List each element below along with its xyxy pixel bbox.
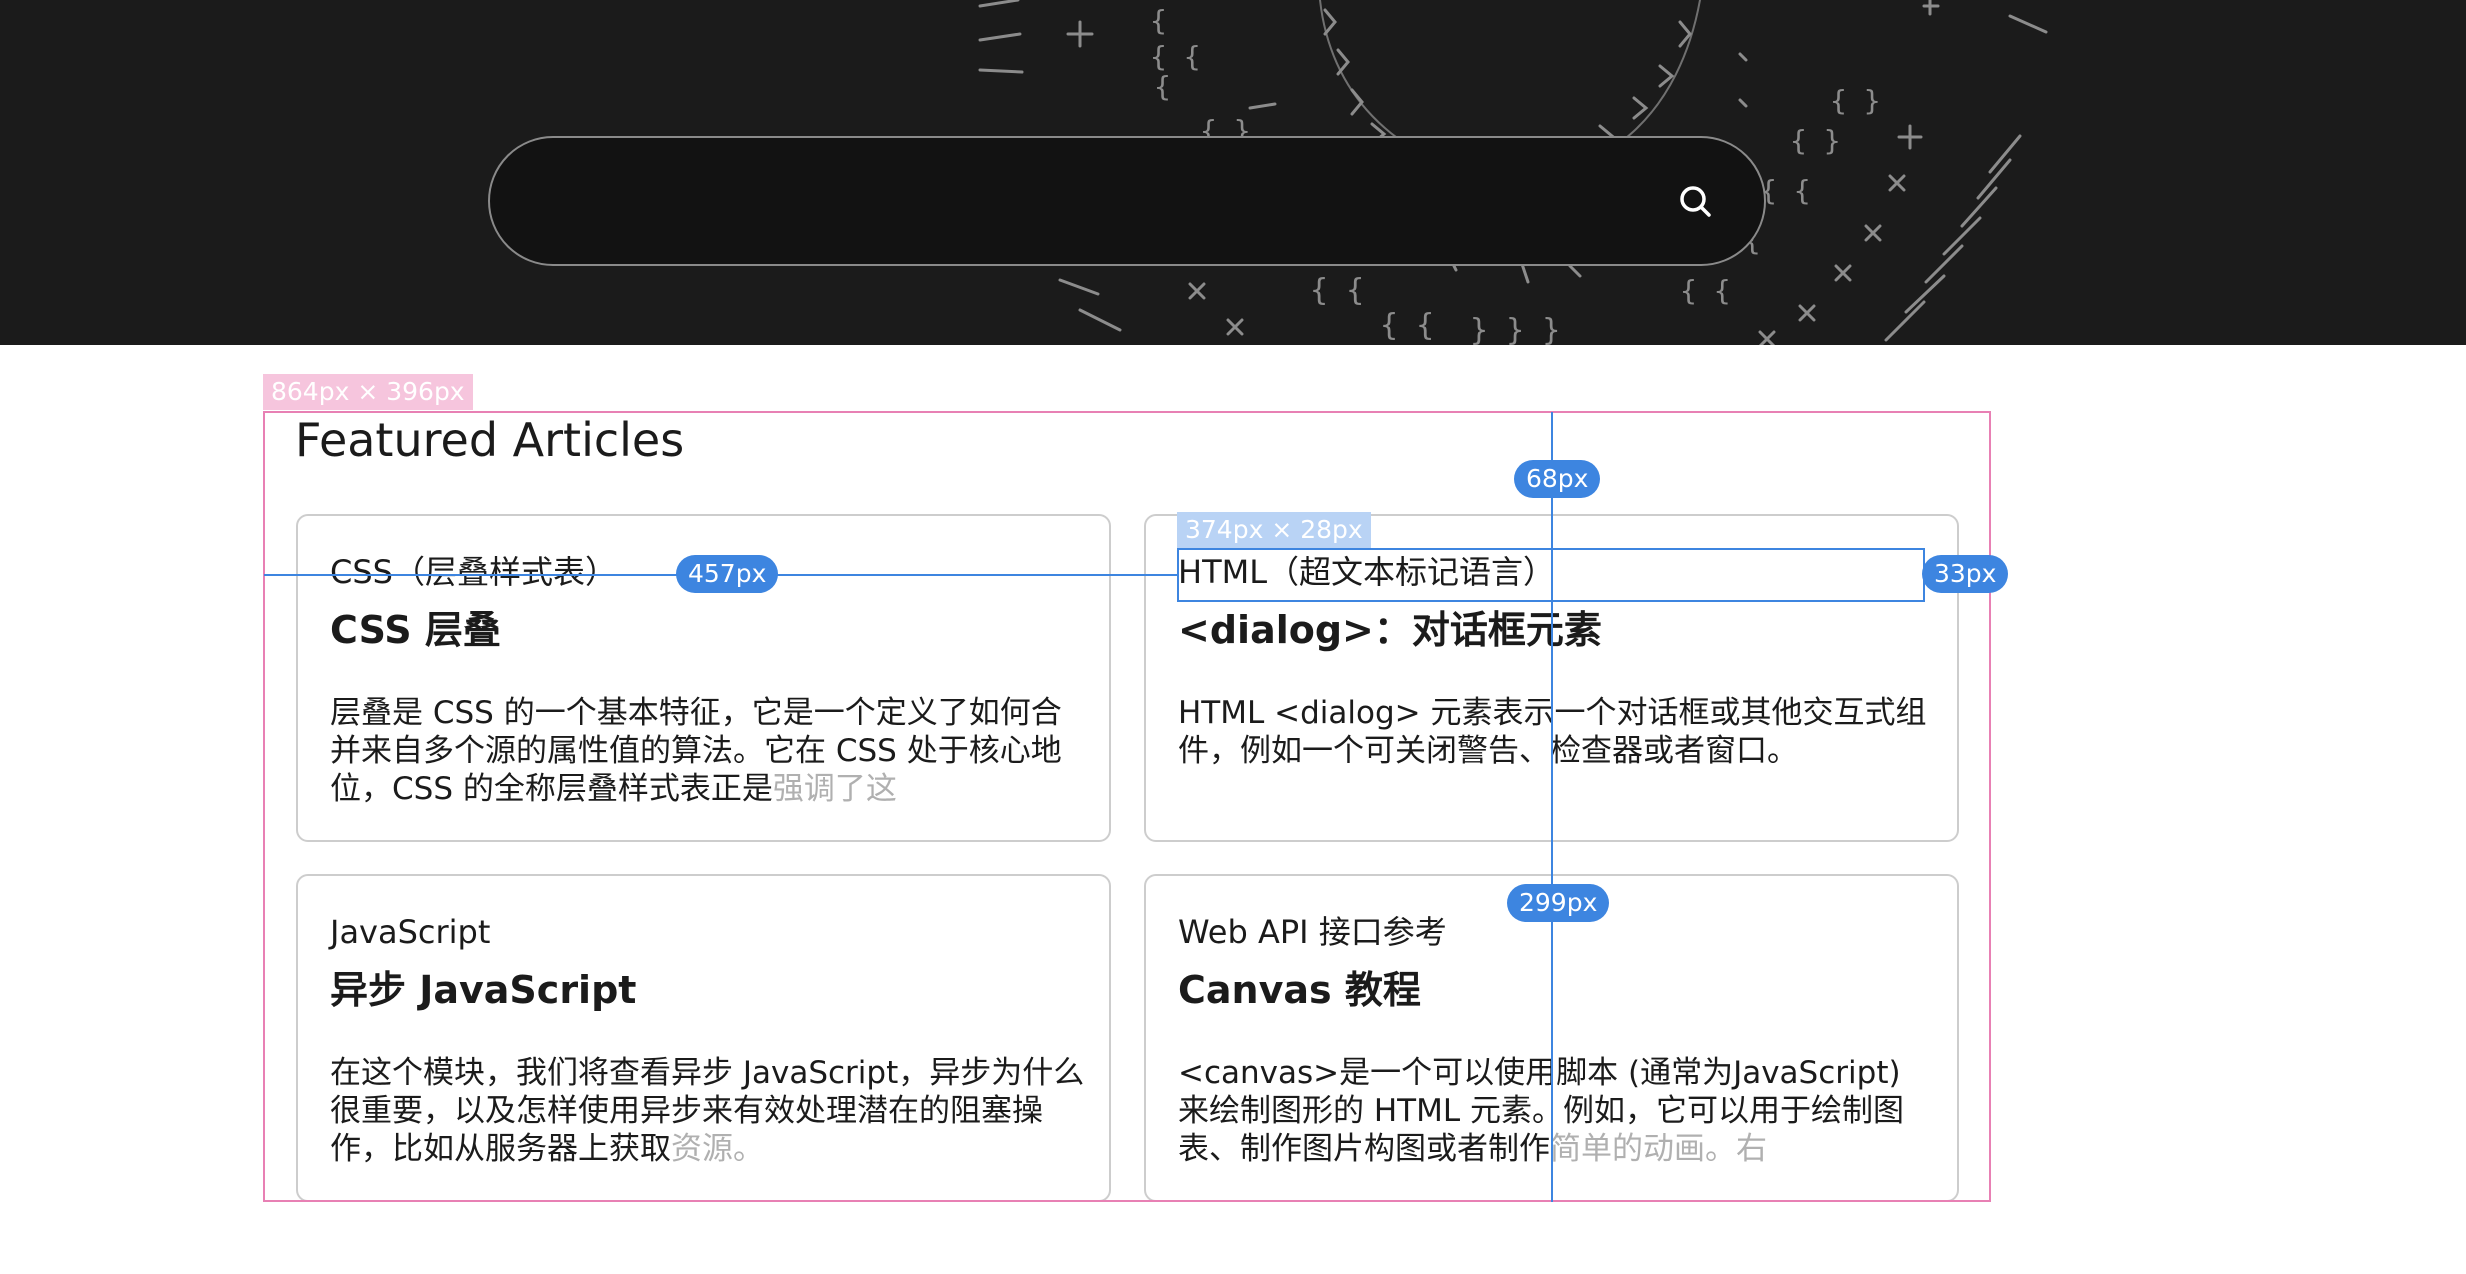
svg-text:{: { (1150, 4, 1167, 37)
article-description: <canvas>是一个可以使用脚本 (通常为JavaScript) 来绘制图形的… (1178, 1055, 1904, 1167)
article-title[interactable]: 异步 JavaScript (330, 966, 636, 1014)
svg-text:} } }: } } } (1470, 313, 1560, 345)
svg-text:{ {: { { (1150, 40, 1201, 73)
article-category[interactable]: Web API 接口参考 (1178, 912, 1447, 952)
article-description: HTML <dialog> 元素表示一个对话框或其他交互式组件，例如一个可关闭警… (1178, 695, 1927, 769)
section-size-tag: 864px × 396px (263, 374, 473, 410)
svg-text:{ }: { } (1790, 124, 1841, 157)
article-description: 层叠是 CSS 的一个基本特征，它是一个定义了如何合并来自多个源的属性值的算法。… (330, 695, 1062, 807)
article-category[interactable]: CSS（层叠样式表） (330, 552, 617, 592)
svg-text:{ {: { { (1310, 273, 1364, 308)
article-category[interactable]: JavaScript (330, 912, 490, 952)
article-card-css-cascade[interactable]: CSS（层叠样式表） CSS 层叠 层叠是 CSS 的一个基本特征，它是一个定义… (296, 514, 1111, 842)
svg-text:{ }: { } (1830, 84, 1881, 117)
search-icon (1680, 186, 1711, 217)
featured-articles-heading: Featured Articles (295, 413, 685, 467)
svg-text:{ {: { { (1380, 308, 1434, 343)
search-button[interactable] (1660, 172, 1732, 232)
featured-articles-section: Featured Articles CSS（层叠样式表） CSS 层叠 层叠是 … (264, 412, 1992, 1202)
article-title[interactable]: <dialog>：对话框元素 (1178, 606, 1602, 654)
article-card-canvas-tutorial[interactable]: Web API 接口参考 Canvas 教程 <canvas>是一个可以使用脚本… (1144, 874, 1959, 1202)
article-card-html-dialog[interactable]: HTML（超文本标记语言） <dialog>：对话框元素 HTML <dialo… (1144, 514, 1959, 842)
svg-text:{: { (1154, 70, 1171, 103)
article-category[interactable]: HTML（超文本标记语言） (1178, 552, 1555, 592)
svg-text:{ {: { { (1680, 274, 1731, 307)
article-title[interactable]: Canvas 教程 (1178, 966, 1421, 1014)
article-title[interactable]: CSS 层叠 (330, 606, 501, 654)
article-card-async-javascript[interactable]: JavaScript 异步 JavaScript 在这个模块，我们将查看异步 J… (296, 874, 1111, 1202)
search-bar (488, 136, 1766, 266)
hero-banner: { { { { { } { } } { { { { } } } { } { } … (0, 0, 2466, 345)
search-input[interactable] (530, 158, 1630, 244)
article-description: 在这个模块，我们将查看异步 JavaScript，异步为什么很重要，以及怎样使用… (330, 1055, 1085, 1167)
svg-text:{ {: { { (1760, 174, 1811, 207)
